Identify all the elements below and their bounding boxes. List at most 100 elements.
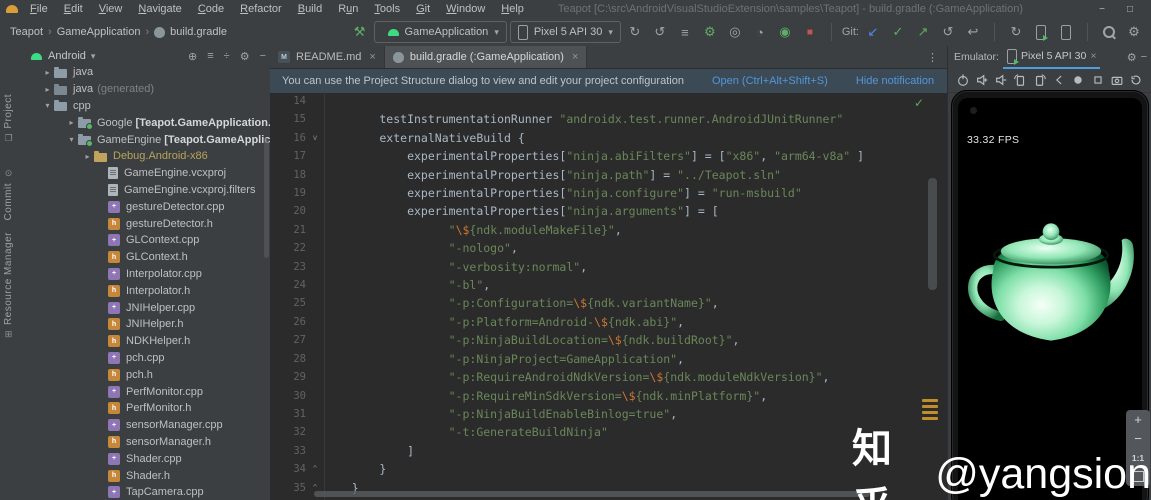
tree-item-google[interactable]: ▸ Google [Teapot.GameApplication.main] xyxy=(17,114,270,131)
code-line-24[interactable]: 24 "-bl", xyxy=(270,276,948,294)
code-line-18[interactable]: 18 experimentalProperties["ninja.path"] … xyxy=(270,166,948,184)
chevron-expanded-icon[interactable]: ▾ xyxy=(41,101,54,110)
chevron-down-icon[interactable]: ▾ xyxy=(91,51,96,62)
tool-strip-project[interactable]: Project ❐ xyxy=(0,94,17,144)
menu-tools[interactable]: Tools xyxy=(366,3,408,15)
tree-item-pch.h[interactable]: h pch.h xyxy=(17,366,270,383)
tree-item-ndkhelper.h[interactable]: h NDKHelper.h xyxy=(17,333,270,350)
menu-view[interactable]: View xyxy=(91,3,131,15)
code-line-30[interactable]: 30 "-p:RequireMinSdkVersion= \$ {ndk.minPl… xyxy=(270,387,948,405)
tree-item-shader.cpp[interactable]: + Shader.cpp xyxy=(17,450,270,467)
code-editor[interactable]: 14 15 testInstrumentationRunner "androidx… xyxy=(270,92,948,500)
close-emulator-tab-icon[interactable]: × xyxy=(1090,50,1096,62)
zoom-reset-button[interactable]: 1:1 xyxy=(1132,452,1144,464)
rotate-right-button[interactable] xyxy=(1031,71,1048,89)
tab-build-gradle[interactable]: build.gradle (:GameApplication) × xyxy=(384,46,588,68)
collapse-all-button[interactable]: ≡ xyxy=(207,50,213,62)
search-everywhere-button[interactable] xyxy=(1098,21,1120,43)
gradle-sync-button[interactable]: ↻ xyxy=(1005,21,1027,43)
chevron-expanded-icon[interactable]: ▾ xyxy=(65,135,78,144)
chevron-collapsed-icon[interactable]: ▸ xyxy=(65,118,78,127)
code-line-33[interactable]: 33 ] xyxy=(270,442,948,460)
run-configuration-dropdown[interactable]: GameApplication ▾ xyxy=(373,21,507,43)
hide-project-button[interactable]: − xyxy=(260,50,266,62)
hide-notification-link[interactable]: Hide notification xyxy=(856,75,934,87)
code-line-19[interactable]: 19 experimentalProperties["ninja.configu… xyxy=(270,184,948,202)
tree-item-java[interactable]: ▸ java xyxy=(17,64,270,81)
settings-button[interactable]: ⚙ xyxy=(1123,21,1145,43)
chevron-collapsed-icon[interactable]: ▸ xyxy=(81,152,94,161)
tree-item-pch.cpp[interactable]: + pch.cpp xyxy=(17,350,270,367)
close-tab-icon[interactable]: × xyxy=(572,51,578,63)
tree-item-sensormanager.h[interactable]: h sensorManager.h xyxy=(17,434,270,451)
debug-button[interactable]: ⚙ xyxy=(699,21,721,43)
tree-item-interpolator.h[interactable]: h Interpolator.h xyxy=(17,282,270,299)
build-hammer-icon[interactable]: ⚒ xyxy=(349,21,371,43)
tree-item-jnihelper.h[interactable]: h JNIHelper.h xyxy=(17,316,270,333)
snapshots-button[interactable] xyxy=(1128,71,1145,89)
menu-build[interactable]: Build xyxy=(290,3,330,15)
menu-refactor[interactable]: Refactor xyxy=(232,3,290,15)
code-line-23[interactable]: 23 "-verbosity:normal", xyxy=(270,258,948,276)
editor-horizontal-scrollbar[interactable] xyxy=(314,491,870,497)
tree-item-glcontext.cpp[interactable]: + GLContext.cpp xyxy=(17,232,270,249)
rotate-left-button[interactable] xyxy=(1012,71,1029,89)
volume-up-button[interactable] xyxy=(973,71,990,89)
coverage-button[interactable]: ◎ xyxy=(724,21,746,43)
code-line-29[interactable]: 29 "-p:RequireAndroidNdkVersion= \$ {ndk.m… xyxy=(270,368,948,386)
code-line-20[interactable]: 20 experimentalProperties["ninja.argumen… xyxy=(270,202,948,220)
menu-window[interactable]: Window xyxy=(438,3,493,15)
tree-item-jnihelper.cpp[interactable]: + JNIHelper.cpp xyxy=(17,299,270,316)
avd-manager-button[interactable] xyxy=(1055,21,1077,43)
code-line-32[interactable]: 32 "-t:GenerateBuildNinja" xyxy=(270,423,948,441)
git-push-button[interactable]: ↗ xyxy=(912,21,934,43)
back-button[interactable] xyxy=(1051,71,1068,89)
close-tab-icon[interactable]: × xyxy=(369,51,375,63)
emulator-device-tab[interactable]: Pixel 5 API 30 × xyxy=(1002,45,1101,69)
power-button[interactable] xyxy=(954,71,971,89)
menu-run[interactable]: Run xyxy=(330,3,366,15)
git-commit-button[interactable]: ✓ xyxy=(887,21,909,43)
tree-item-sensormanager.cpp[interactable]: + sensorManager.cpp xyxy=(17,417,270,434)
code-line-16[interactable]: 16 v externalNativeBuild { xyxy=(270,129,948,147)
project-settings-icon[interactable]: ⚙ xyxy=(240,50,250,63)
menu-git[interactable]: Git xyxy=(408,3,438,15)
profile-app-button[interactable]: ◔ xyxy=(749,21,771,43)
code-line-34[interactable]: 34 ^ } xyxy=(270,460,948,478)
tab-overflow-menu[interactable]: ⋮ xyxy=(917,46,948,68)
expand-all-button[interactable]: ÷ xyxy=(224,50,230,62)
open-project-structure-link[interactable]: Open (Ctrl+Alt+Shift+S) xyxy=(712,75,828,87)
breadcrumb-file[interactable]: build.gradle xyxy=(170,26,227,38)
tree-item-glcontext.h[interactable]: h GLContext.h xyxy=(17,249,270,266)
tree-item-java[interactable]: ▸ java (generated) xyxy=(17,81,270,98)
volume-down-button[interactable] xyxy=(993,71,1010,89)
chevron-collapsed-icon[interactable]: ▸ xyxy=(41,68,54,77)
chevron-collapsed-icon[interactable]: ▸ xyxy=(41,85,54,94)
attach-debugger-button[interactable]: ◉ xyxy=(774,21,796,43)
code-line-28[interactable]: 28 "-p:NinjaProject=GameApplication", xyxy=(270,350,948,368)
tree-item-perfmonitor.cpp[interactable]: + PerfMonitor.cpp xyxy=(17,383,270,400)
zoom-in-button[interactable]: + xyxy=(1134,413,1142,426)
code-line-22[interactable]: 22 "-nologo", xyxy=(270,239,948,257)
hide-emulator-button[interactable]: − xyxy=(1141,51,1147,63)
tool-strip-resource-manager[interactable]: Resource Manager ⊞ xyxy=(0,232,17,340)
code-line-31[interactable]: 31 "-p:NinjaBuildEnableBinlog=true", xyxy=(270,405,948,423)
profiler-sessions-button[interactable]: ≡ xyxy=(674,21,696,43)
code-line-27[interactable]: 27 "-p:NinjaBuildLocation= \$ {ndk.buildRo… xyxy=(270,331,948,349)
menu-help[interactable]: Help xyxy=(493,3,532,15)
stop-button[interactable]: ■ xyxy=(799,21,821,43)
tree-item-interpolator.cpp[interactable]: + Interpolator.cpp xyxy=(17,266,270,283)
minimize-button[interactable]: − xyxy=(1099,4,1105,15)
tree-item-gesturedetector.cpp[interactable]: + gestureDetector.cpp xyxy=(17,198,270,215)
git-history-button[interactable]: ↺ xyxy=(937,21,959,43)
home-button[interactable] xyxy=(1070,71,1087,89)
apply-code-changes-button[interactable]: ↺ xyxy=(649,21,671,43)
tree-item-debug.android-x86[interactable]: ▸ Debug.Android-x86 xyxy=(17,148,270,165)
tree-item-gesturedetector.h[interactable]: h gestureDetector.h xyxy=(17,215,270,232)
code-line-26[interactable]: 26 "-p:Platform=Android- \$ {ndk.abi}", xyxy=(270,313,948,331)
tool-strip-commit[interactable]: ⊙ Commit xyxy=(0,168,17,220)
device-manager-button[interactable] xyxy=(1030,21,1052,43)
menu-code[interactable]: Code xyxy=(190,3,232,15)
tree-item-gameengine.vcxproj.filters[interactable]: GameEngine.vcxproj.filters xyxy=(17,182,270,199)
tree-item-gameengine[interactable]: ▾ GameEngine [Teapot.GameApplication.m xyxy=(17,131,270,148)
